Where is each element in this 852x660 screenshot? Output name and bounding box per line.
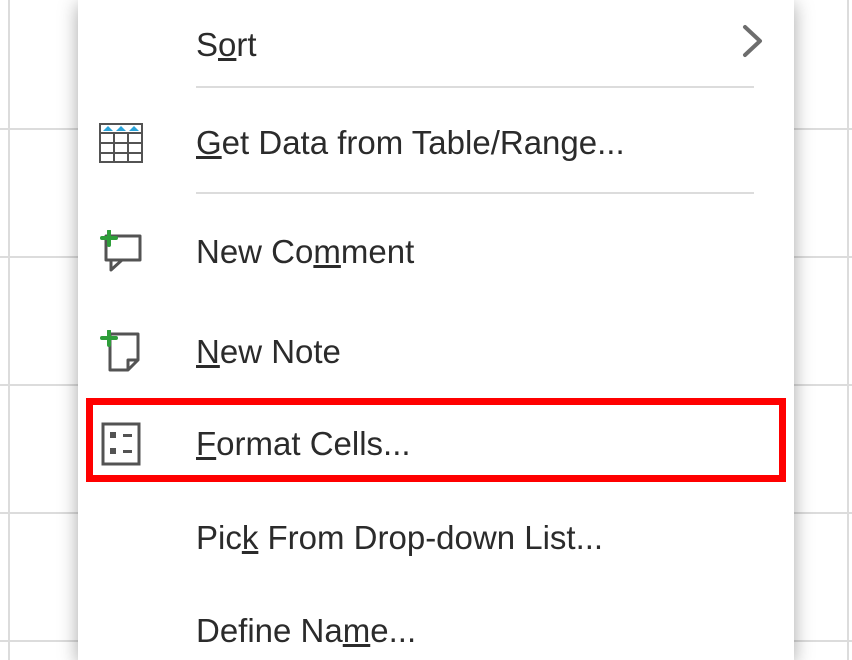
context-menu: Sort Get Data from Table/Range... (78, 0, 794, 660)
menu-label-new-note: New Note (196, 333, 764, 371)
menu-label-pick-list: Pick From Drop-down List... (196, 519, 764, 557)
menu-item-sort[interactable]: Sort (78, 18, 794, 72)
menu-item-format-cells[interactable]: Format Cells... (78, 412, 794, 476)
new-comment-icon (96, 227, 146, 277)
separator (196, 192, 754, 194)
menu-item-get-data[interactable]: Get Data from Table/Range... (78, 109, 794, 177)
menu-item-new-note[interactable]: New Note (78, 320, 794, 384)
menu-label-format-cells: Format Cells... (196, 425, 764, 463)
menu-item-define-name[interactable]: Define Name... (78, 602, 794, 660)
separator (196, 86, 754, 88)
menu-label-new-comment: New Comment (196, 233, 764, 271)
new-note-icon (96, 327, 146, 377)
menu-label-sort: Sort (196, 26, 742, 64)
chevron-right-icon (742, 23, 764, 68)
format-cells-icon (96, 419, 146, 469)
menu-item-pick-list[interactable]: Pick From Drop-down List... (78, 508, 794, 568)
menu-label-get-data: Get Data from Table/Range... (196, 124, 764, 162)
menu-label-define-name: Define Name... (196, 612, 764, 650)
menu-item-new-comment[interactable]: New Comment (78, 220, 794, 284)
table-range-icon (96, 118, 146, 168)
